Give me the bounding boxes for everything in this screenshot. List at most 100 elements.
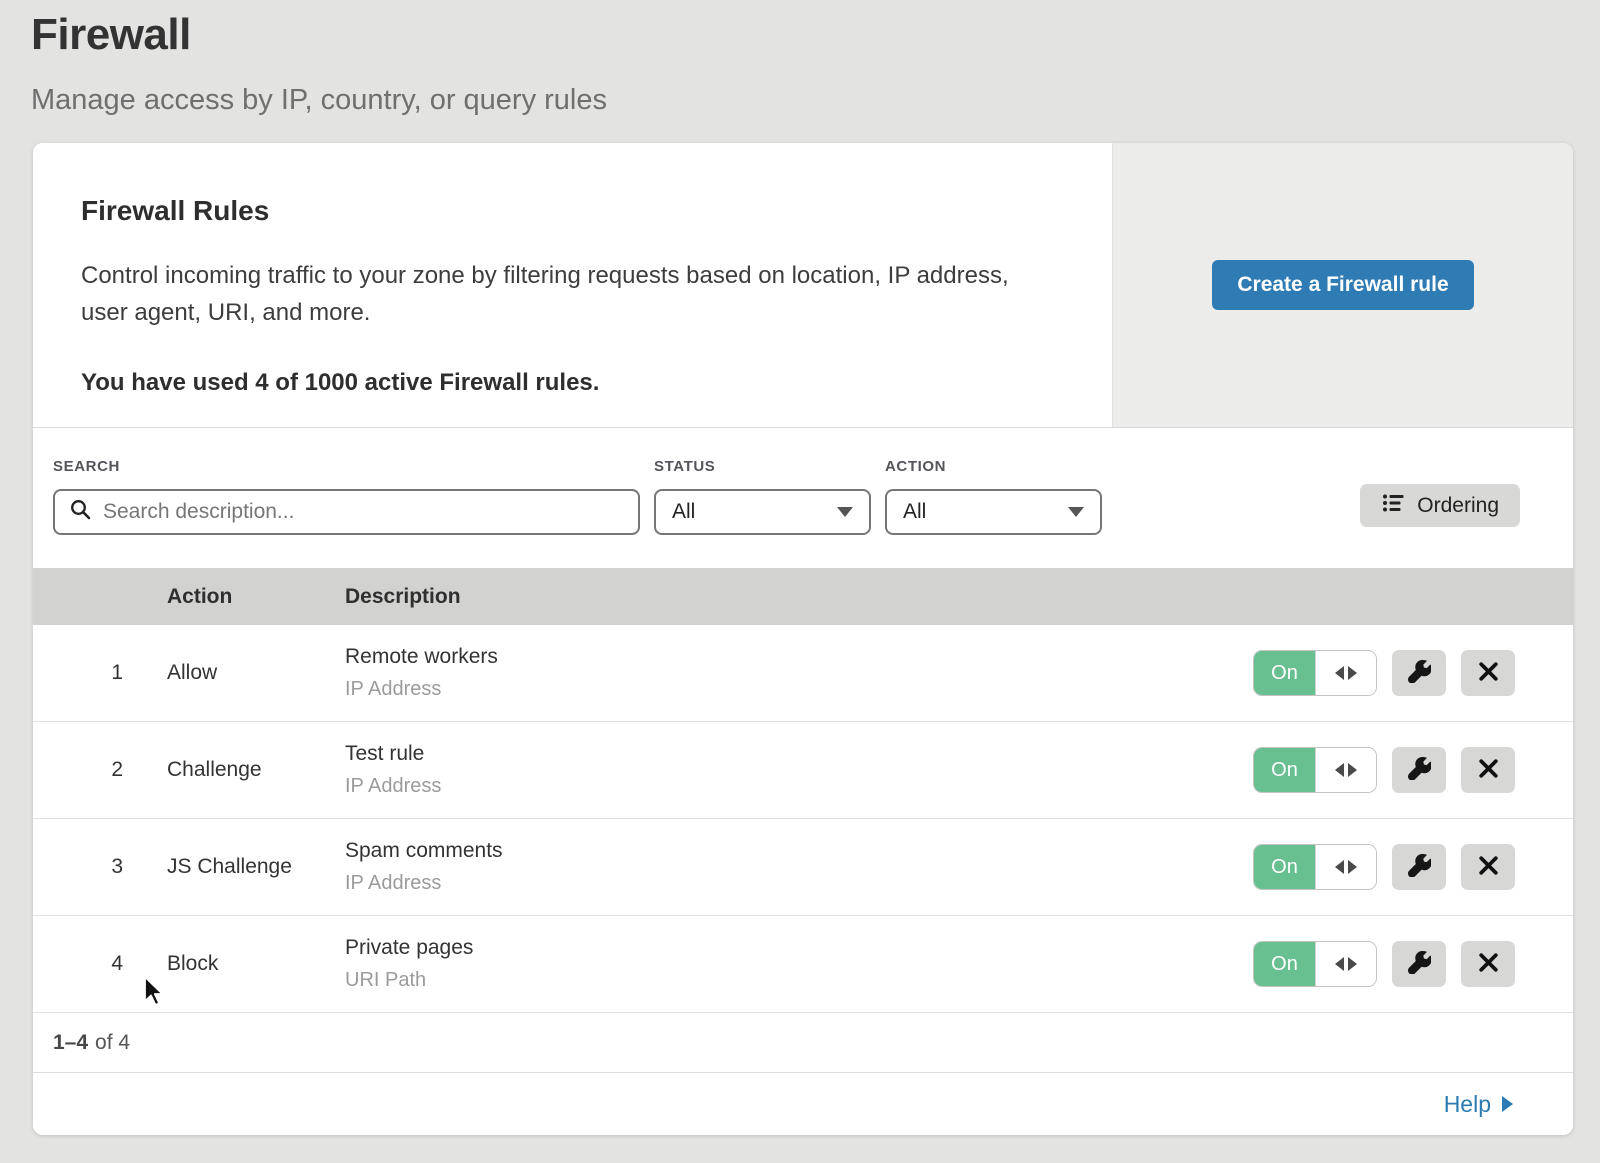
action-select-value: All [903, 500, 926, 524]
rule-priority: 2 [33, 758, 123, 782]
wrench-icon [1408, 757, 1431, 783]
status-select[interactable]: All [654, 489, 871, 535]
edit-rule-button[interactable] [1392, 747, 1446, 793]
search-input[interactable] [103, 500, 624, 524]
arrow-right-icon [1348, 860, 1357, 874]
arrow-right-icon [1502, 1096, 1513, 1112]
pagination-total: of 4 [95, 1031, 130, 1055]
rule-enabled-toggle[interactable]: On [1253, 941, 1377, 987]
rule-match-field: IP Address [345, 678, 1253, 701]
rule-enabled-toggle[interactable]: On [1253, 844, 1377, 890]
table-row: 4 Block Private pages URI Path On [33, 916, 1573, 1013]
toggle-drag-handle[interactable] [1315, 845, 1376, 889]
arrow-left-icon [1335, 957, 1344, 971]
action-column-header: Action [167, 585, 345, 609]
rule-match-field: IP Address [345, 775, 1253, 798]
rule-priority: 4 [33, 952, 123, 976]
delete-rule-button[interactable] [1461, 844, 1515, 890]
create-firewall-rule-button[interactable]: Create a Firewall rule [1212, 260, 1473, 310]
status-select-value: All [672, 500, 695, 524]
rule-action: Challenge [123, 758, 345, 782]
edit-rule-button[interactable] [1392, 844, 1446, 890]
filters-bar: SEARCH STATUS All ACTION All [33, 428, 1573, 568]
edit-rule-button[interactable] [1392, 650, 1446, 696]
rules-table-body: 1 Allow Remote workers IP Address On [33, 625, 1573, 1013]
table-row: 2 Challenge Test rule IP Address On [33, 722, 1573, 819]
rule-enabled-toggle[interactable]: On [1253, 747, 1377, 793]
pagination-bar: 1–4 of 4 [33, 1013, 1573, 1073]
firewall-rules-card: Firewall Rules Control incoming traffic … [33, 143, 1573, 1135]
toggle-on-label[interactable]: On [1254, 845, 1315, 889]
action-select[interactable]: All [885, 489, 1102, 535]
search-box[interactable] [53, 489, 640, 535]
search-icon [69, 498, 93, 527]
edit-rule-button[interactable] [1392, 941, 1446, 987]
delete-rule-button[interactable] [1461, 941, 1515, 987]
rule-action: Block [123, 952, 345, 976]
rule-description: Test rule [345, 742, 1253, 766]
delete-rule-button[interactable] [1461, 650, 1515, 696]
page-header: Firewall Manage access by IP, country, o… [0, 0, 1600, 117]
wrench-icon [1408, 660, 1431, 686]
action-filter-group: ACTION All [885, 458, 1102, 568]
rule-action: JS Challenge [123, 855, 345, 879]
close-icon [1476, 756, 1501, 784]
rule-description-cell: Spam comments IP Address [345, 839, 1253, 895]
rule-priority: 3 [33, 855, 123, 879]
table-header-row: Action Description [33, 568, 1573, 625]
action-label: ACTION [885, 458, 1102, 475]
rule-controls: On [1253, 844, 1573, 890]
rule-description-cell: Test rule IP Address [345, 742, 1253, 798]
status-filter-group: STATUS All [654, 458, 871, 568]
rule-priority: 1 [33, 661, 123, 685]
rule-description: Private pages [345, 936, 1253, 960]
toggle-drag-handle[interactable] [1315, 748, 1376, 792]
rule-controls: On [1253, 747, 1573, 793]
toggle-drag-handle[interactable] [1315, 651, 1376, 695]
chevron-down-icon [837, 507, 853, 517]
arrow-right-icon [1348, 666, 1357, 680]
ordered-list-icon [1381, 491, 1405, 521]
table-row: 1 Allow Remote workers IP Address On [33, 625, 1573, 722]
search-filter-group: SEARCH [53, 458, 640, 568]
ordering-button[interactable]: Ordering [1360, 484, 1520, 527]
arrow-right-icon [1348, 763, 1357, 777]
close-icon [1476, 950, 1501, 978]
close-icon [1476, 659, 1501, 687]
ordering-button-label: Ordering [1417, 494, 1499, 518]
rule-enabled-toggle[interactable]: On [1253, 650, 1377, 696]
rules-description: Control incoming traffic to your zone by… [81, 257, 1041, 331]
toggle-on-label[interactable]: On [1254, 748, 1315, 792]
wrench-icon [1408, 854, 1431, 880]
help-link[interactable]: Help [1444, 1091, 1513, 1118]
pagination-range: 1–4 [53, 1031, 88, 1055]
table-row: 3 JS Challenge Spam comments IP Address … [33, 819, 1573, 916]
toggle-on-label[interactable]: On [1254, 651, 1315, 695]
rule-description: Remote workers [345, 645, 1253, 669]
rules-summary-text: Firewall Rules Control incoming traffic … [33, 143, 1112, 427]
rule-action: Allow [123, 661, 345, 685]
delete-rule-button[interactable] [1461, 747, 1515, 793]
rules-usage-count: You have used 4 of 1000 active Firewall … [81, 369, 1064, 397]
rule-match-field: URI Path [345, 969, 1253, 992]
help-bar: Help [33, 1073, 1573, 1135]
rules-summary-section: Firewall Rules Control incoming traffic … [33, 143, 1573, 428]
toggle-on-label[interactable]: On [1254, 942, 1315, 986]
rule-description-cell: Remote workers IP Address [345, 645, 1253, 701]
arrow-right-icon [1348, 957, 1357, 971]
status-label: STATUS [654, 458, 871, 475]
page-subtitle: Manage access by IP, country, or query r… [31, 84, 1600, 117]
chevron-down-icon [1068, 507, 1084, 517]
wrench-icon [1408, 951, 1431, 977]
search-label: SEARCH [53, 458, 640, 475]
description-column-header: Description [345, 585, 1573, 609]
help-link-label: Help [1444, 1091, 1491, 1118]
rule-controls: On [1253, 650, 1573, 696]
arrow-left-icon [1335, 860, 1344, 874]
arrow-left-icon [1335, 763, 1344, 777]
toggle-drag-handle[interactable] [1315, 942, 1376, 986]
arrow-left-icon [1335, 666, 1344, 680]
rules-heading: Firewall Rules [81, 195, 1064, 227]
create-rule-panel: Create a Firewall rule [1112, 143, 1573, 427]
rules-table: Action Description 1 Allow Remote worker… [33, 568, 1573, 1013]
